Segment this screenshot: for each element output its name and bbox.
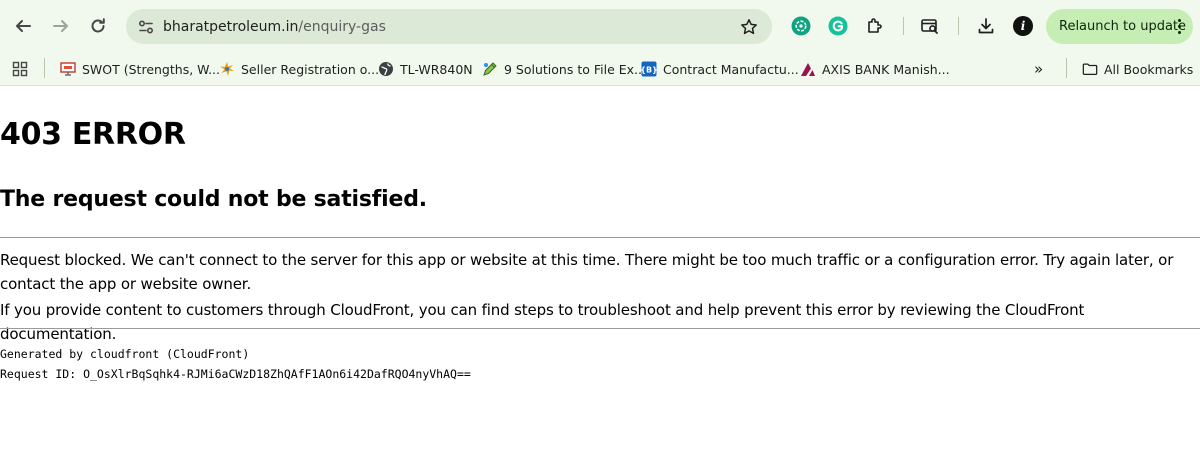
extensions-button[interactable] <box>863 14 887 38</box>
error-message: Request blocked. We can't connect to the… <box>0 251 1174 293</box>
site-info-button[interactable] <box>136 17 156 37</box>
axis-logo-icon <box>800 61 816 77</box>
bookmarks-separator <box>1066 58 1067 78</box>
folder-icon <box>1082 61 1098 77</box>
presentation-icon <box>60 61 76 77</box>
svg-text:{B}: {B} <box>641 66 657 75</box>
all-bookmarks-label: All Bookmarks <box>1104 61 1194 77</box>
globe-icon <box>378 61 394 77</box>
downloads-button[interactable] <box>974 14 998 38</box>
url-text[interactable]: bharatpetroleum.in/enquiry-gas <box>163 17 386 37</box>
profile-avatar[interactable]: i <box>1013 16 1033 36</box>
bookmark-label: 9 Solutions to File Ex... <box>504 61 646 77</box>
more-menu-icon <box>1177 19 1181 34</box>
bookmark-seller-registration[interactable]: Seller Registration o... <box>219 57 379 81</box>
bookmark-axis-bank[interactable]: AXIS BANK Manish... <box>800 57 950 81</box>
request-id-text: Request ID: O_OsXlrBqSqhk4-RJMi6aCWzD18Z… <box>0 367 471 381</box>
chatgpt-extension-button[interactable] <box>789 14 813 38</box>
bookmark-label: SWOT (Strengths, W... <box>82 61 220 77</box>
bookmark-label: TL-WR840N <box>400 61 473 77</box>
generated-by-text: Generated by cloudfront (CloudFront) <box>0 347 250 361</box>
tab-search-button[interactable] <box>918 14 942 38</box>
bookmark-star-button[interactable] <box>738 16 760 38</box>
bookmark-swot[interactable]: SWOT (Strengths, W... <box>60 57 220 81</box>
bookmark-contract-manufacturing[interactable]: {B} Contract Manufactu... <box>641 57 799 81</box>
chatgpt-icon <box>791 16 811 36</box>
b-bracket-icon: {B} <box>641 61 657 77</box>
cloudfront-help-message: If you provide content to customers thro… <box>0 301 1085 343</box>
back-button[interactable] <box>5 8 41 44</box>
relaunch-label: Relaunch to update <box>1059 19 1187 34</box>
bookmarks-separator <box>44 58 45 78</box>
bookmark-label: Contract Manufactu... <box>663 61 799 77</box>
url-path: /enquiry-gas <box>298 19 386 35</box>
bookmark-tl-wr840n[interactable]: TL-WR840N <box>378 57 473 81</box>
error-heading: 403 ERROR <box>0 117 186 152</box>
apps-grid-icon <box>12 61 28 77</box>
bookmark-label: Seller Registration o... <box>241 61 380 77</box>
bookmark-9-solutions[interactable]: 9 Solutions to File Ex... <box>482 57 646 81</box>
star-burst-icon <box>219 61 235 77</box>
tune-icon <box>138 20 154 34</box>
divider <box>0 328 1200 329</box>
pencil-icon <box>482 61 498 77</box>
puzzle-icon <box>868 18 882 33</box>
browser-chrome: bharatpetroleum.in/enquiry-gas i Relaunc… <box>0 0 1200 86</box>
tab-search-icon <box>921 19 938 34</box>
bookmark-label: AXIS BANK Manish... <box>822 61 950 77</box>
overflow-chevron-icon: » <box>1034 60 1044 78</box>
back-arrow-icon <box>16 20 31 32</box>
star-icon <box>741 19 757 35</box>
grammarly-extension-button[interactable] <box>826 14 850 38</box>
error-subheading: The request could not be satisfied. <box>0 187 427 212</box>
address-bar[interactable]: bharatpetroleum.in/enquiry-gas <box>126 9 772 44</box>
browser-toolbar: bharatpetroleum.in/enquiry-gas i Relaunc… <box>0 0 1200 52</box>
forward-button[interactable] <box>43 8 79 44</box>
forward-arrow-icon <box>53 20 68 32</box>
relaunch-to-update-button[interactable]: Relaunch to update <box>1046 9 1193 44</box>
apps-button[interactable] <box>12 57 28 81</box>
toolbar-separator <box>958 17 959 35</box>
url-host: bharatpetroleum.in <box>163 19 299 35</box>
grammarly-icon <box>828 16 848 36</box>
all-bookmarks-button[interactable]: All Bookmarks <box>1082 57 1193 81</box>
reload-button[interactable] <box>80 8 116 44</box>
reload-icon <box>91 18 105 33</box>
bookmarks-overflow-button[interactable]: » <box>1034 57 1043 81</box>
divider <box>0 237 1200 238</box>
toolbar-separator <box>903 17 904 35</box>
download-icon <box>978 18 994 34</box>
